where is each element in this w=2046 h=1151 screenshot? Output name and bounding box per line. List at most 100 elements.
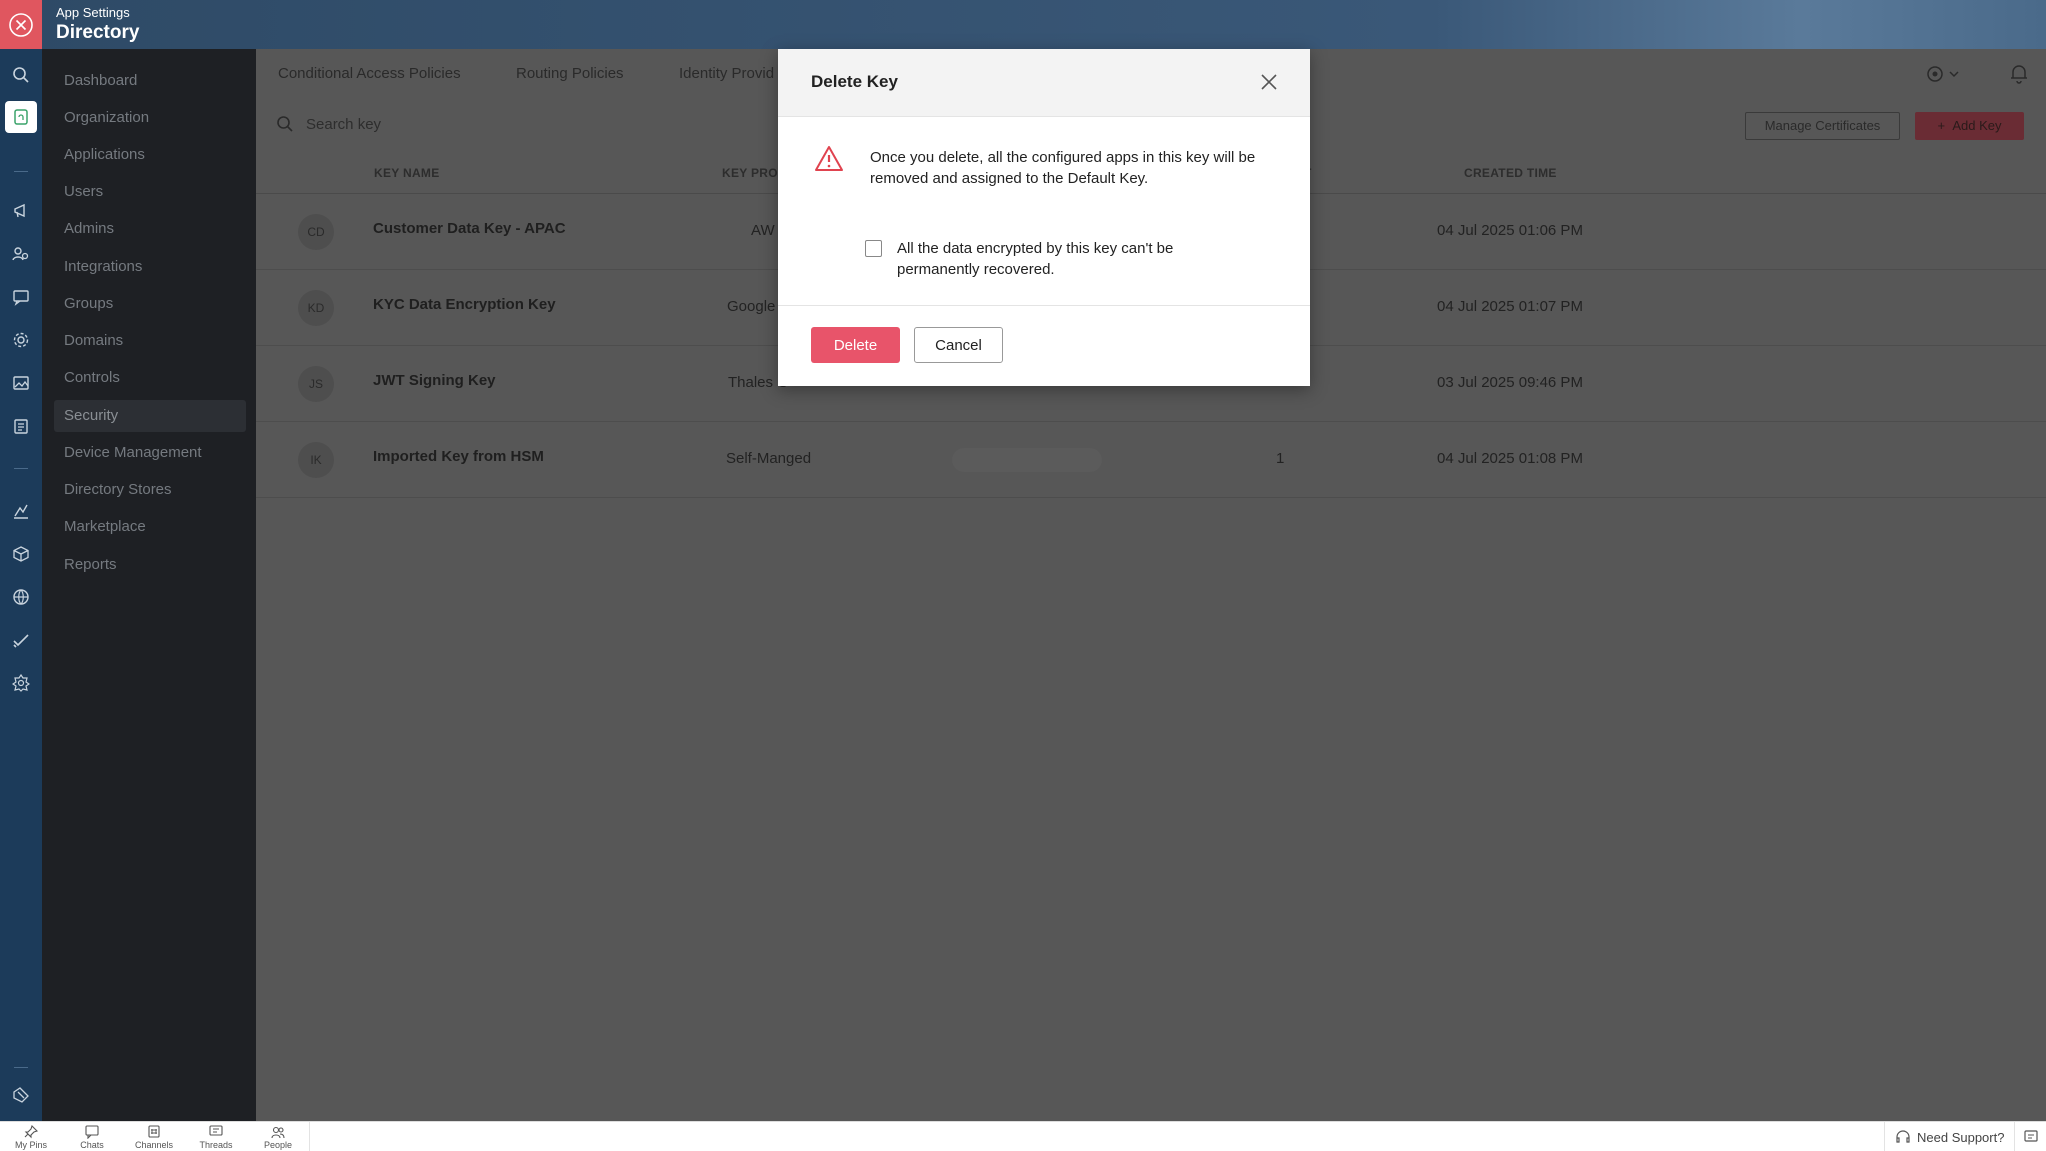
tab-conditional-access-policies[interactable]: Conditional Access Policies (278, 65, 461, 82)
checkmark-icon[interactable] (9, 628, 33, 652)
key-name[interactable]: Customer Data Key - APAC (373, 220, 566, 237)
bottom-item-channels[interactable]: Channels (129, 1125, 179, 1150)
need-support-label: Need Support? (1917, 1129, 2005, 1145)
bottom-divider (309, 1122, 310, 1151)
key-avatar: JS (298, 366, 334, 402)
key-name[interactable]: KYC Data Encryption Key (373, 296, 556, 313)
search-icon[interactable] (9, 63, 33, 87)
icon-rail (0, 49, 42, 1121)
dialog-header: Delete Key (778, 49, 1310, 117)
bottom-item-threads[interactable]: Threads (191, 1125, 241, 1150)
box-icon[interactable] (9, 542, 33, 566)
key-app-count: 1 (1276, 450, 1285, 467)
confirm-checkbox-label[interactable]: All the data encrypted by this key can't… (897, 238, 1227, 280)
directory-icon[interactable] (5, 101, 37, 133)
sidebar-item-reports[interactable]: Reports (54, 549, 246, 581)
chart-icon[interactable] (9, 499, 33, 523)
manage-certificates-button[interactable]: Manage Certificates (1745, 112, 1900, 140)
dialog-body: Once you delete, all the configured apps… (778, 117, 1310, 306)
delete-key-dialog: Delete Key Once you delete, all the conf… (778, 49, 1310, 386)
key-name[interactable]: JWT Signing Key (373, 372, 496, 389)
plus-icon: + (1937, 118, 1953, 133)
table-row[interactable]: IK Imported Key from HSM Self-Manged 1 0… (256, 422, 2046, 498)
bottom-label: My Pins (14, 1140, 47, 1150)
headset-icon (1896, 1130, 1910, 1143)
sidebar-item-directory-stores[interactable]: Directory Stores (54, 474, 246, 506)
warning-icon (814, 145, 844, 178)
add-key-button[interactable]: + Add Key (1915, 112, 2024, 140)
close-dialog-button[interactable] (1258, 71, 1280, 93)
profile-dropdown[interactable] (1926, 64, 1962, 89)
key-avatar: CD (298, 214, 334, 250)
column-header-key-name[interactable]: KEY NAME (374, 166, 440, 180)
close-icon (9, 12, 33, 37)
badge-icon[interactable] (9, 671, 33, 695)
sidebar-item-marketplace[interactable]: Marketplace (54, 511, 246, 543)
key-search[interactable]: Search key (276, 115, 381, 133)
dialog-title: Delete Key (811, 72, 898, 91)
pin-icon (24, 1125, 39, 1139)
cancel-button[interactable]: Cancel (914, 327, 1003, 363)
app-title: Directory (56, 22, 140, 43)
created-time: 04 Jul 2025 01:08 PM (1437, 450, 1583, 467)
bottom-item-people[interactable]: People (253, 1125, 303, 1150)
bottom-label: Channels (134, 1140, 174, 1150)
feedback-icon (2023, 1130, 2038, 1142)
key-avatar: IK (298, 442, 334, 478)
feedback-button[interactable] (2014, 1122, 2046, 1151)
app-header: App Settings Directory (0, 0, 2046, 49)
sidebar-item-security[interactable]: Security (54, 400, 246, 432)
sidebar-item-device-management[interactable]: Device Management (54, 437, 246, 469)
tab-identity-providers[interactable]: Identity Provid (679, 65, 774, 82)
sidebar-item-admins[interactable]: Admins (54, 213, 246, 245)
bottom-bar: My Pins Chats Channels Threads People Ne… (0, 1121, 2046, 1151)
bottom-label: Threads (199, 1140, 233, 1150)
warning-message: Once you delete, all the configured apps… (870, 149, 1256, 187)
confirm-checkbox[interactable] (865, 240, 882, 257)
column-header-key-provider[interactable]: KEY PRO (722, 166, 778, 180)
search-icon (277, 116, 293, 132)
megaphone-icon[interactable] (9, 199, 33, 223)
redacted-value (952, 448, 1102, 472)
sidebar-item-applications[interactable]: Applications (54, 139, 246, 171)
delete-button[interactable]: Delete (811, 327, 900, 363)
notification-bell-icon[interactable] (2008, 62, 2030, 89)
sidebar-item-controls[interactable]: Controls (54, 362, 246, 394)
image-icon[interactable] (9, 371, 33, 395)
close-icon (1261, 74, 1277, 90)
globe-icon[interactable] (9, 585, 33, 609)
sidebar-item-dashboard[interactable]: Dashboard (54, 65, 246, 97)
document-icon[interactable] (9, 414, 33, 438)
key-provider: Google (727, 298, 776, 315)
bottom-item-my-pins[interactable]: My Pins (6, 1125, 56, 1150)
chat-icon[interactable] (9, 285, 33, 309)
created-time: 04 Jul 2025 01:07 PM (1437, 298, 1583, 315)
tab-routing-policies[interactable]: Routing Policies (516, 65, 624, 82)
bottom-label: Chats (80, 1140, 104, 1150)
close-app-button[interactable] (0, 0, 42, 49)
column-header-created-time[interactable]: CREATED TIME (1464, 166, 1557, 180)
sidebar-item-organization[interactable]: Organization (54, 102, 246, 134)
profile-status-icon (1927, 66, 1959, 82)
need-support-button[interactable]: Need Support? (1884, 1122, 2014, 1151)
side-navigation: Dashboard Organization Applications User… (42, 49, 256, 1121)
users-gear-icon[interactable] (9, 242, 33, 266)
sidebar-item-groups[interactable]: Groups (54, 288, 246, 320)
bottom-item-chats[interactable]: Chats (67, 1125, 117, 1150)
search-input[interactable]: Search key (306, 116, 381, 133)
chats-icon (85, 1125, 99, 1139)
rail-divider (14, 468, 28, 469)
app-subtitle: App Settings (56, 5, 130, 20)
sidebar-item-integrations[interactable]: Integrations (54, 251, 246, 283)
key-provider: AW (751, 222, 775, 239)
bottom-label: People (263, 1140, 293, 1150)
key-name[interactable]: Imported Key from HSM (373, 448, 544, 465)
sidebar-item-users[interactable]: Users (54, 176, 246, 208)
created-time: 04 Jul 2025 01:06 PM (1437, 222, 1583, 239)
created-time: 03 Jul 2025 09:46 PM (1437, 374, 1583, 391)
rail-divider (14, 171, 28, 172)
settings-icon[interactable] (9, 328, 33, 352)
sidebar-item-domains[interactable]: Domains (54, 325, 246, 357)
people-icon (271, 1126, 285, 1139)
ticket-icon[interactable] (9, 1083, 33, 1107)
